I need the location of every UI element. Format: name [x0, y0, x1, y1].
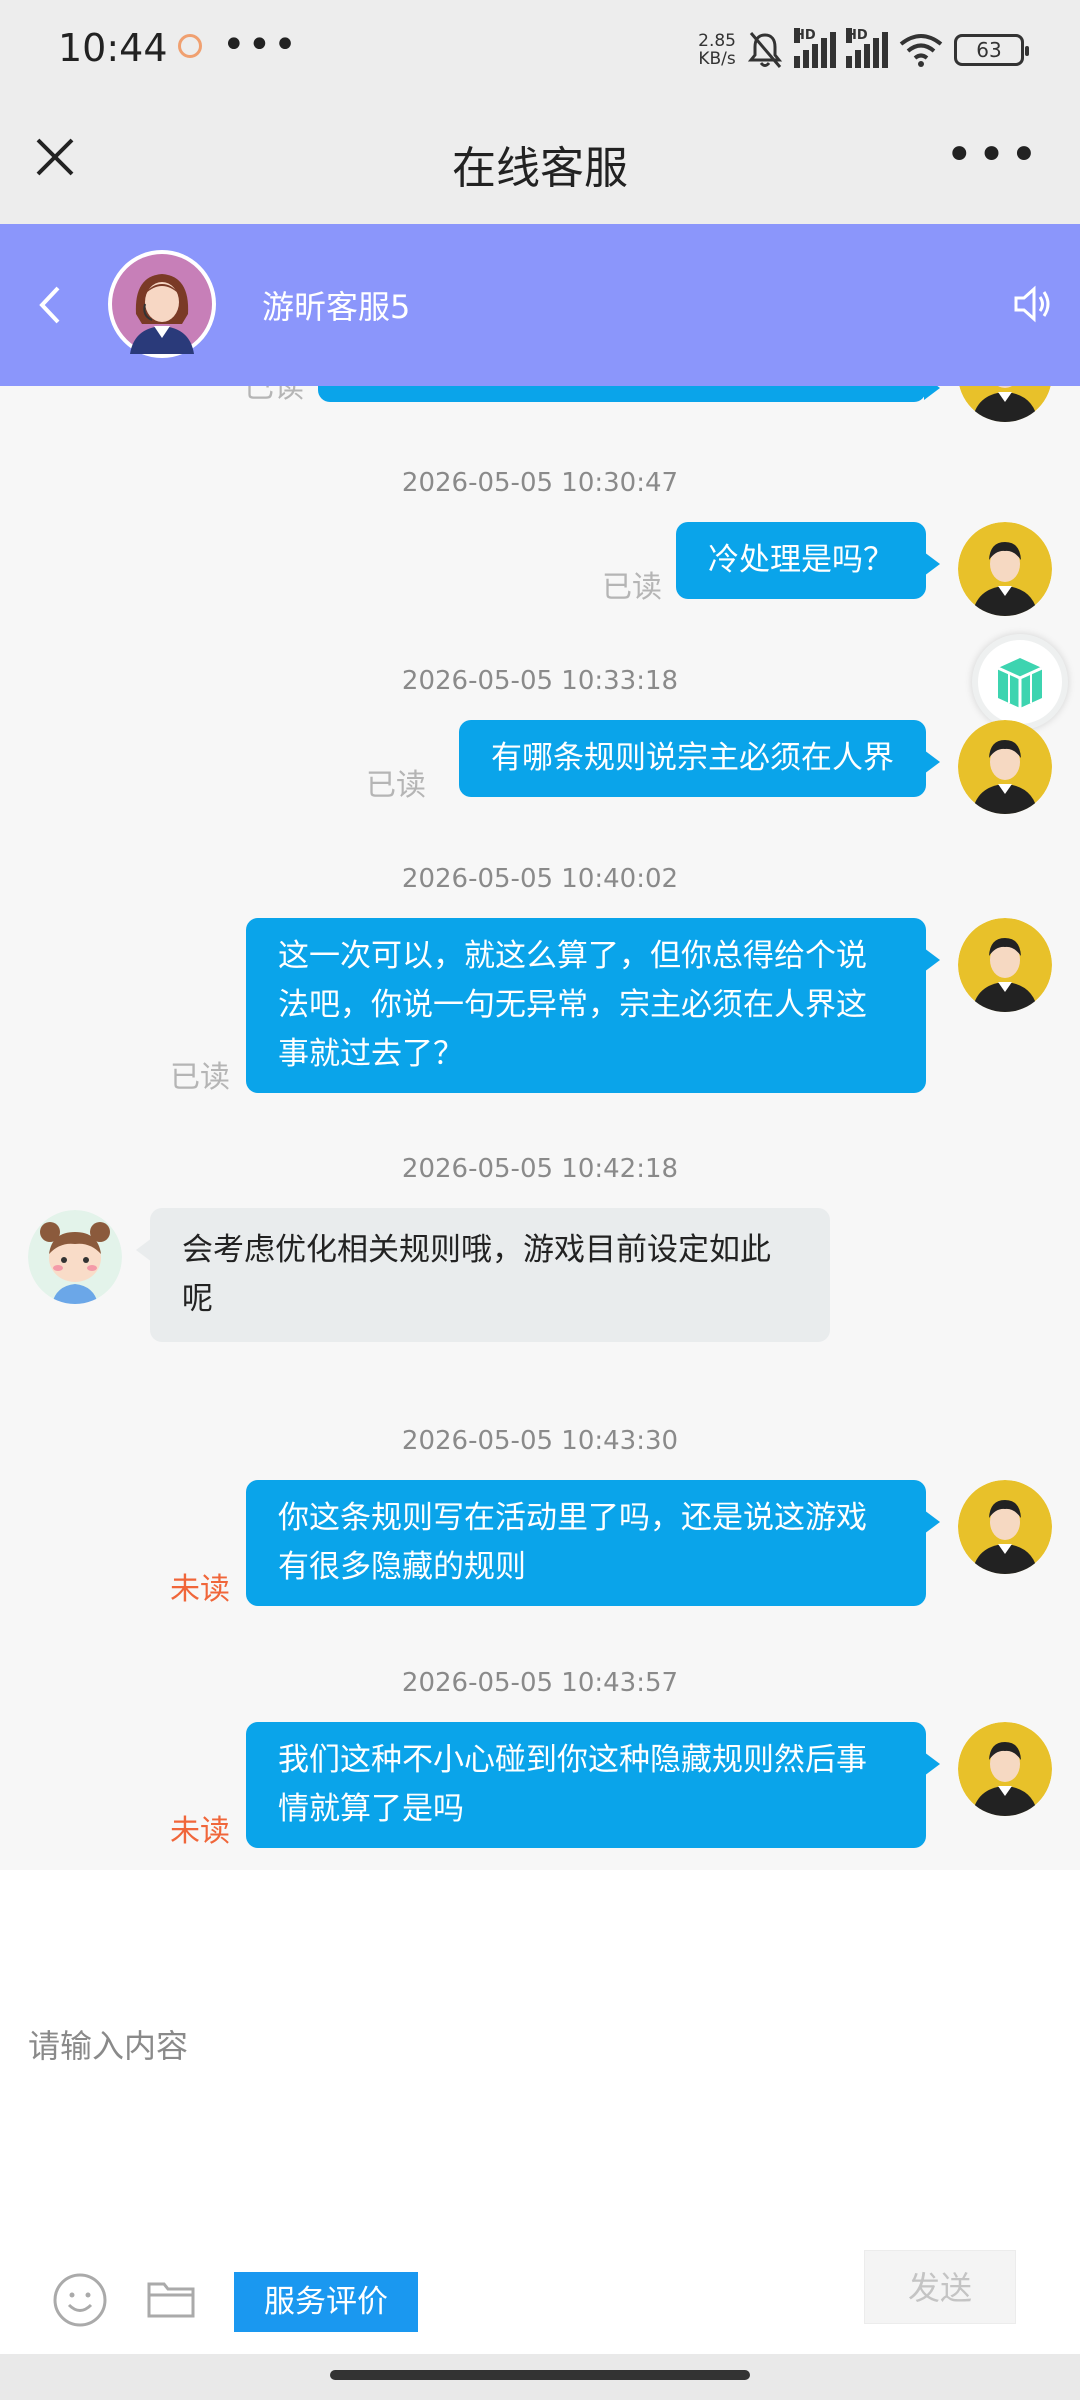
message-bubble-partial — [318, 386, 940, 402]
message-text-line: 法吧，你说一句无异常，宗主必须在人界这 — [278, 987, 867, 1023]
agent-message-bubble: 会考虑优化相关规则哦，游戏目前设定如此 呢 — [136, 1208, 830, 1342]
message-bubble: 有哪条规则说宗主必须在人界 — [459, 720, 940, 797]
emoji-icon[interactable] — [52, 2272, 108, 2328]
chat-messages[interactable]: 已读 2026-05-05 10:30:47 冷处理是吗？ 已读 2026-05… — [0, 386, 1080, 1870]
battery-icon: 63 — [954, 34, 1029, 66]
message-text-line: 这一次可以，就这么算了，但你总得给个说 — [278, 938, 867, 974]
signal-icon-2: HD — [846, 28, 888, 68]
read-status: 已读 — [170, 1060, 230, 1095]
message-bubble: 我们这种不小心碰到你这种隐藏规则然后事 情就算了是吗 — [246, 1722, 940, 1848]
message-text-line: 我们这种不小心碰到你这种隐藏规则然后事 — [278, 1742, 867, 1778]
status-bar: 10:44 ••• 2.85 KB/s HD HD 63 — [0, 0, 1080, 100]
network-speed-value: 2.85 — [698, 31, 736, 51]
send-button[interactable]: 发送 — [864, 2250, 1016, 2324]
more-options-icon[interactable]: ••• — [945, 131, 1042, 179]
status-time: 10:44 — [58, 26, 168, 70]
message-bubble: 这一次可以，就这么算了，但你总得给个说 法吧，你说一句无异常，宗主必须在人界这 … — [246, 918, 940, 1093]
input-area: 服务评价 发送 — [0, 1870, 1080, 2400]
agent-message-avatar-image — [28, 1210, 122, 1304]
user-avatar — [958, 720, 1052, 814]
user-avatar — [958, 1480, 1052, 1574]
page-title: 在线客服 — [452, 143, 628, 194]
message-text-line: 会考虑优化相关规则哦，游戏目前设定如此 — [182, 1232, 771, 1268]
message-input[interactable] — [28, 2016, 1048, 2076]
message-text-line: 你这条规则写在活动里了吗，还是说这游戏 — [278, 1500, 867, 1536]
status-more-icon: ••• — [222, 22, 299, 68]
message-text-line: 情就算了是吗 — [278, 1791, 464, 1827]
folder-icon[interactable] — [146, 2276, 196, 2320]
status-indicators: 2.85 KB/s HD HD 63 — [698, 26, 1029, 74]
signal-icon-1: HD — [794, 28, 836, 68]
user-avatar-image — [958, 1480, 1052, 1574]
network-speed-unit: KB/s — [698, 49, 736, 69]
message-bubble: 你这条规则写在活动里了吗，还是说这游戏 有很多隐藏的规则 — [246, 1480, 940, 1606]
app-notification-icon — [178, 34, 202, 58]
read-status: 已读 — [366, 768, 426, 803]
back-icon[interactable] — [32, 280, 68, 330]
message-timestamp: 2026-05-05 10:42:18 — [401, 1154, 679, 1184]
read-status: 已读 — [602, 570, 662, 605]
message-bubble: 冷处理是吗？ — [676, 522, 940, 599]
agent-avatar — [108, 250, 216, 358]
message-text-line: 有很多隐藏的规则 — [278, 1549, 526, 1585]
message-text: 有哪条规则说宗主必须在人界 — [491, 740, 894, 776]
bell-muted-icon — [747, 32, 783, 68]
agent-message-avatar — [28, 1210, 122, 1304]
message-timestamp: 2026-05-05 10:43:30 — [401, 1426, 679, 1456]
user-avatar-image — [958, 522, 1052, 616]
user-avatar-image — [959, 386, 1051, 422]
home-indicator[interactable] — [330, 2370, 750, 2380]
message-timestamp: 2026-05-05 10:30:47 — [401, 468, 679, 498]
message-text: 冷处理是吗？ — [708, 542, 894, 578]
unread-status: 未读 — [170, 1572, 230, 1607]
hd-label-1: HD — [794, 28, 816, 43]
user-avatar-image — [958, 1722, 1052, 1816]
service-rating-button[interactable]: 服务评价 — [234, 2272, 418, 2332]
message-text-line: 呢 — [182, 1281, 213, 1317]
title-bar: 在线客服 ••• — [0, 100, 1080, 224]
user-avatar — [958, 386, 1052, 422]
unread-status: 未读 — [170, 1814, 230, 1849]
speaker-icon[interactable] — [1010, 282, 1054, 326]
user-avatar — [958, 918, 1052, 1012]
message-timestamp: 2026-05-05 10:40:02 — [401, 864, 679, 894]
user-avatar — [958, 522, 1052, 616]
message-text-line: 事就过去了？ — [278, 1036, 464, 1072]
hd-label-2: HD — [846, 28, 868, 43]
user-avatar-image — [958, 720, 1052, 814]
chat-header: 游昕客服5 — [0, 224, 1080, 386]
message-timestamp: 2026-05-05 10:43:57 — [401, 1668, 679, 1698]
agent-avatar-image — [112, 254, 212, 354]
user-avatar — [958, 1722, 1052, 1816]
wifi-icon — [899, 34, 943, 67]
agent-name: 游昕客服5 — [262, 288, 411, 326]
network-speed: 2.85 KB/s — [698, 32, 736, 68]
read-status-partial: 已读 — [244, 386, 304, 405]
battery-level: 63 — [976, 38, 1002, 62]
user-avatar-image — [958, 918, 1052, 1012]
message-timestamp: 2026-05-05 10:33:18 — [401, 666, 679, 696]
